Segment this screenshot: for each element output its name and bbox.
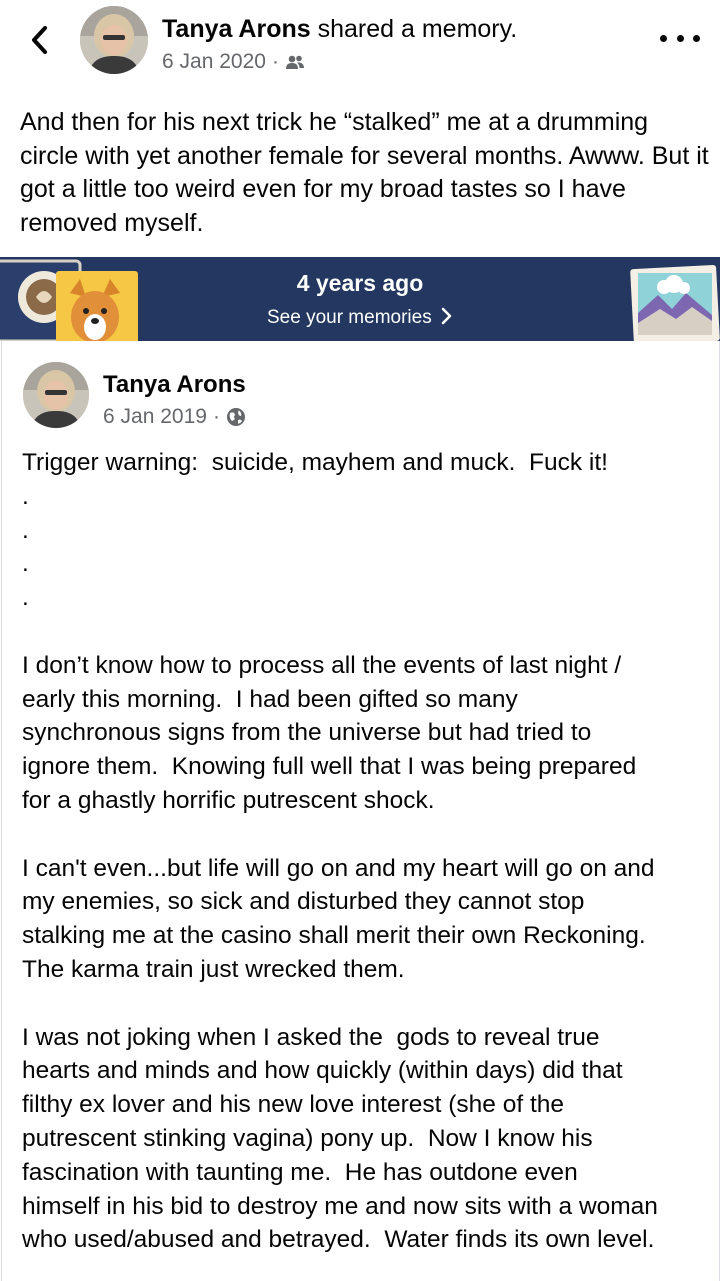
memory-title: Tanya Arons shared a memory.	[162, 15, 517, 44]
post-text-line: fascination with taunting me. He has out…	[22, 1158, 578, 1186]
post-text-line: himself in his bid to destroy me and now…	[22, 1192, 658, 1220]
see-memories-link[interactable]: See your memories	[0, 307, 720, 329]
post-text-line: .	[22, 550, 29, 578]
more-dot-icon	[676, 34, 684, 42]
post-date[interactable]: 6 Jan 2019	[103, 405, 207, 429]
post-text-line: I can't even...but life will go on and m…	[22, 854, 655, 882]
chevron-left-icon	[32, 26, 47, 54]
more-options-button[interactable]	[660, 28, 700, 48]
memories-illustration-right	[630, 264, 720, 341]
chevron-right-icon	[441, 307, 452, 325]
post-text-line: early this morning. I had been gifted so…	[22, 685, 518, 713]
post-author-avatar[interactable]	[23, 362, 89, 428]
avatar[interactable]	[80, 6, 148, 74]
banner-title: 4 years ago	[296, 270, 424, 296]
more-dot-icon	[660, 34, 667, 42]
post-text-line: .	[22, 516, 29, 544]
more-dot-icon	[693, 34, 700, 42]
author-name[interactable]: Tanya Arons	[162, 15, 311, 43]
post-text-line: synchronous signs from the universe but …	[22, 719, 592, 747]
post-text-line: who used/abused and betrayed. Water find…	[22, 1226, 655, 1254]
shared-action-text: shared a memory.	[310, 15, 518, 43]
post-text-line: Trigger warning: suicide, mayhem and muc…	[22, 449, 608, 476]
post-text-line: hearts and minds and how quickly (within…	[22, 1057, 623, 1085]
memory-date[interactable]: 6 Jan 2020	[162, 50, 266, 74]
post-author-name[interactable]: Tanya Arons	[103, 371, 246, 399]
post-text-line: for a ghastly horrific putrescent shock.	[22, 786, 435, 814]
see-memories-label: See your memories	[266, 307, 432, 328]
memory-meta: 6 Jan 2020 ·	[162, 50, 305, 74]
memory-header: Tanya Arons shared a memory. 6 Jan 2020 …	[0, 0, 720, 90]
globe-icon	[226, 408, 245, 426]
post-text-line: .	[22, 482, 29, 510]
post-body: Trigger warning: suicide, mayhem and muc…	[22, 446, 712, 1257]
back-button[interactable]	[24, 22, 54, 58]
post-text-line: filthy ex lover and his new love interes…	[22, 1091, 565, 1119]
post-text-line: I don’t know how to process all the even…	[22, 651, 622, 679]
post-text-line: The karma train just wrecked them.	[22, 955, 405, 983]
post-text-line: ignore them. Knowing full well that I wa…	[22, 753, 637, 781]
post-text-line: .	[22, 584, 29, 612]
post-text-line: stalking me at the casino shall merit th…	[22, 922, 646, 950]
meta-separator: ·	[271, 50, 279, 73]
post-text-line: I was not joking when I asked the gods t…	[22, 1023, 600, 1051]
shared-caption: And then for his next trick he “stalked”…	[20, 108, 709, 237]
post-text-line: putrescent stinking vagina) pony up. Now…	[22, 1124, 593, 1152]
post-meta-separator: ·	[212, 405, 220, 428]
post-text-line: my enemies, so sick and disturbed they c…	[22, 888, 585, 916]
post-meta: 6 Jan 2019 ·	[103, 405, 246, 429]
memories-banner[interactable]: 4 years ago See your memories	[0, 257, 720, 341]
friends-icon	[285, 55, 304, 69]
